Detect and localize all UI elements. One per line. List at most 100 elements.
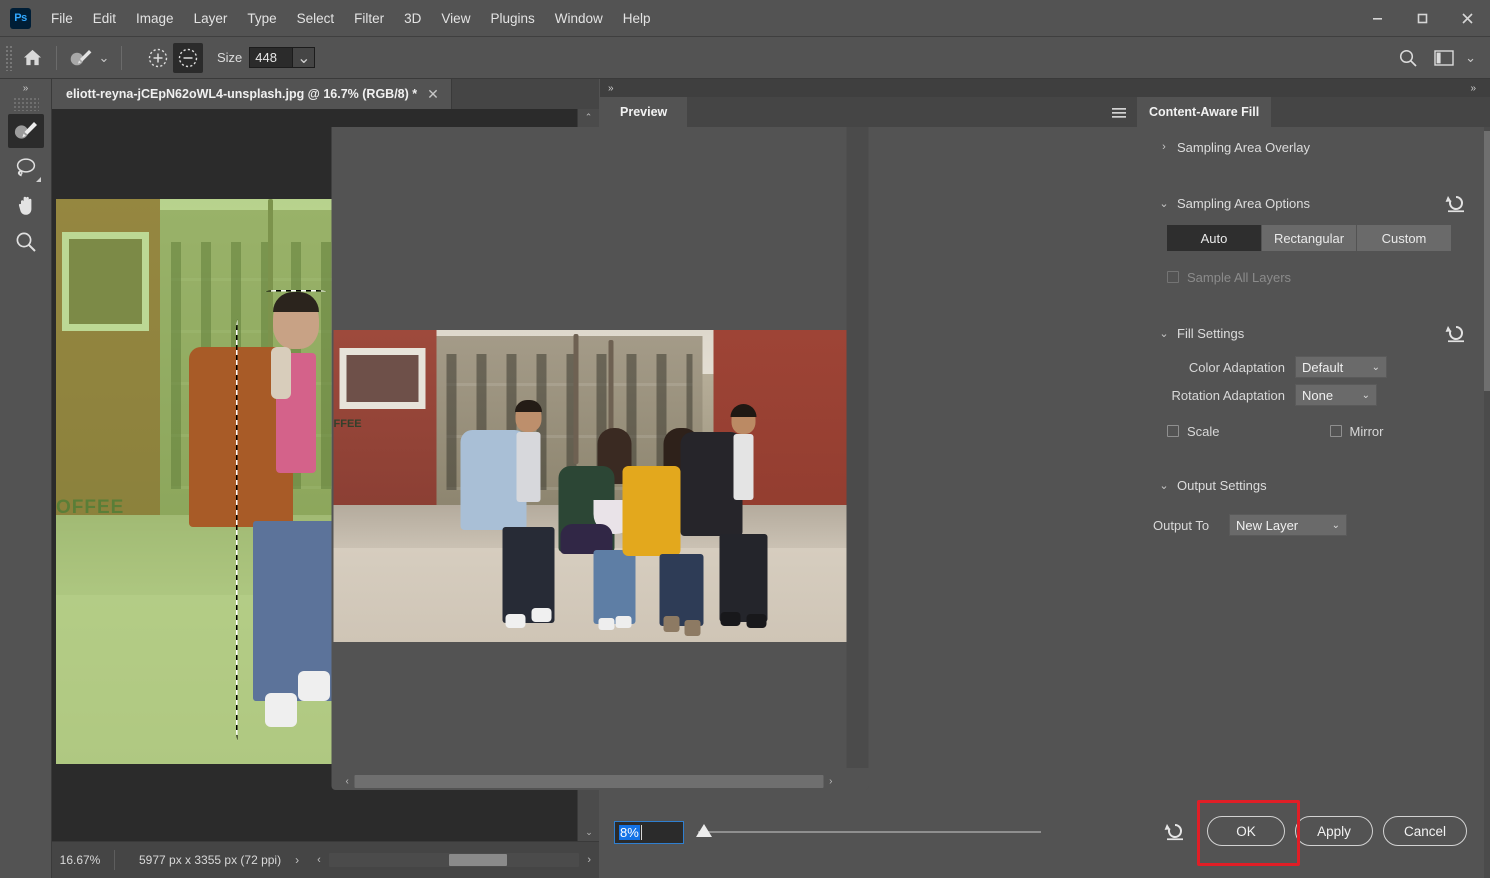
sampling-mode-custom[interactable]: Custom xyxy=(1357,225,1451,251)
rotation-adaptation-value: None xyxy=(1302,387,1334,403)
scroll-down-arrow[interactable]: ⌄ xyxy=(578,824,600,841)
tab-preview[interactable]: Preview xyxy=(600,97,688,127)
caf-scroll-thumb[interactable] xyxy=(1484,131,1490,391)
hand-tool[interactable] xyxy=(8,188,44,222)
rotation-adaptation-label: Rotation Adaptation xyxy=(1171,387,1285,403)
mirror-checkbox-group[interactable]: Mirror xyxy=(1329,423,1384,439)
menu-plugins[interactable]: Plugins xyxy=(480,7,544,30)
maximize-icon xyxy=(1417,13,1428,24)
preview-panel-menu-button[interactable] xyxy=(1111,106,1127,120)
hscroll-right-arrow[interactable]: › xyxy=(583,854,599,866)
options-separator-2 xyxy=(121,45,122,70)
output-settings-title: Output Settings xyxy=(1177,477,1267,493)
status-zoom-level[interactable]: 16.67% xyxy=(52,853,108,867)
menu-layer[interactable]: Layer xyxy=(184,7,238,30)
preview-scroll-left-arrow[interactable]: ‹ xyxy=(340,776,355,787)
document-tab[interactable]: eliott-reyna-jCEpN62oWL4-unsplash.jpg @ … xyxy=(52,79,452,109)
preview-horizontal-scrollbar[interactable]: ‹ › xyxy=(340,772,839,790)
canvas-hscroll-thumb[interactable] xyxy=(448,854,507,866)
brush-size-dropdown[interactable]: ⌄ xyxy=(293,47,316,68)
options-bar-grip[interactable] xyxy=(5,44,13,71)
menu-type[interactable]: Type xyxy=(237,7,286,30)
preview-panel: » Preview FFEE ‹ › 8% xyxy=(331,79,1137,878)
status-expand-arrow[interactable]: › xyxy=(281,853,313,867)
chevron-down-icon[interactable]: ⌄ xyxy=(1153,327,1175,340)
menu-window[interactable]: Window xyxy=(545,7,613,30)
workspace-switcher-button[interactable] xyxy=(1429,43,1459,73)
lasso-tool[interactable] xyxy=(8,151,44,185)
mirror-label: Mirror xyxy=(1349,423,1384,439)
caf-collapse-button[interactable]: » xyxy=(1137,79,1490,97)
hscroll-left-arrow[interactable]: ‹ xyxy=(313,854,325,866)
section-fill-settings[interactable]: ⌄ Fill Settings xyxy=(1153,313,1468,353)
workspace-caret-icon[interactable]: ⌄ xyxy=(1465,50,1482,66)
menu-image[interactable]: Image xyxy=(126,7,184,30)
tools-grip[interactable] xyxy=(12,97,39,111)
document-tab-close-icon[interactable]: ✕ xyxy=(427,86,439,103)
sampling-mode-rectangular[interactable]: Rectangular xyxy=(1262,225,1357,251)
menu-help[interactable]: Help xyxy=(613,7,661,30)
preview-zoom-slider[interactable] xyxy=(696,822,1041,842)
sampling-mode-auto[interactable]: Auto xyxy=(1167,225,1262,251)
preview-body: FFEE ‹ › xyxy=(331,127,869,790)
chevron-right-icon[interactable]: › xyxy=(1153,141,1175,153)
preview-hscroll-thumb[interactable] xyxy=(354,774,824,788)
close-button[interactable] xyxy=(1445,0,1490,37)
apply-button[interactable]: Apply xyxy=(1295,816,1373,846)
preview-collapse-button[interactable]: » xyxy=(600,79,1137,97)
tools-collapse-button[interactable]: » xyxy=(0,79,51,97)
chevron-down-icon[interactable]: ⌄ xyxy=(1153,197,1175,210)
mirror-checkbox[interactable] xyxy=(1329,425,1342,437)
canvas-horizontal-scrollbar[interactable] xyxy=(328,853,580,867)
scale-checkbox-group[interactable]: Scale xyxy=(1167,424,1220,439)
rotation-adaptation-select[interactable]: None ⌄ xyxy=(1295,384,1377,406)
menu-select[interactable]: Select xyxy=(287,7,345,30)
menu-filter[interactable]: Filter xyxy=(344,7,394,30)
chevron-down-icon[interactable]: ⌄ xyxy=(1153,479,1175,492)
preview-vertical-scrollbar[interactable] xyxy=(846,127,869,768)
color-adaptation-select[interactable]: Default ⌄ xyxy=(1295,356,1387,378)
section-sampling-area-options[interactable]: ⌄ Sampling Area Options xyxy=(1153,183,1468,223)
home-button[interactable] xyxy=(17,43,47,73)
sample-all-layers-row: Sample All Layers xyxy=(1167,261,1468,293)
preview-result-image: FFEE xyxy=(333,330,847,642)
output-to-row: Output To New Layer ⌄ xyxy=(1153,511,1468,539)
ok-button[interactable]: OK xyxy=(1207,816,1285,846)
preview-scroll-right-arrow[interactable]: › xyxy=(823,776,838,787)
tab-content-aware-fill[interactable]: Content-Aware Fill xyxy=(1137,97,1272,127)
scale-checkbox[interactable] xyxy=(1167,425,1179,437)
add-to-sampling-area-button[interactable] xyxy=(143,43,173,73)
preview-canvas-area[interactable]: FFEE xyxy=(331,127,847,768)
menu-file[interactable]: File xyxy=(41,7,83,30)
section-output-settings[interactable]: ⌄ Output Settings xyxy=(1153,465,1468,505)
reset-fill-settings-button[interactable] xyxy=(1444,322,1468,344)
subtract-from-sampling-area-icon xyxy=(178,48,198,67)
subtract-from-sampling-area-button[interactable] xyxy=(173,42,203,73)
menu-view[interactable]: View xyxy=(431,7,480,30)
reset-sampling-area-options-button[interactable] xyxy=(1444,192,1468,214)
color-adaptation-value: Default xyxy=(1302,359,1344,375)
sample-all-layers-checkbox xyxy=(1167,271,1179,283)
minimize-button[interactable] xyxy=(1355,0,1400,37)
scroll-up-arrow[interactable]: ⌃ xyxy=(578,109,599,126)
brush-preset-button[interactable] xyxy=(66,43,96,73)
preview-zoom-slider-thumb[interactable] xyxy=(696,824,712,837)
menu-edit[interactable]: Edit xyxy=(83,7,126,30)
preview-zoom-input[interactable]: 8% xyxy=(614,820,684,844)
output-to-select[interactable]: New Layer ⌄ xyxy=(1229,514,1347,536)
brush-preset-dropdown[interactable]: ⌄ xyxy=(96,43,112,73)
preview-tab-bar: Preview xyxy=(600,97,1137,127)
photoshop-logo: Ps xyxy=(10,7,31,29)
zoom-tool[interactable] xyxy=(8,225,44,259)
preview-zoom-value: 8% xyxy=(619,824,640,840)
brush-size-input[interactable]: 448 xyxy=(249,47,294,68)
caf-scrollbar[interactable] xyxy=(1484,127,1490,878)
workspace-switcher-icon xyxy=(1434,49,1454,66)
menu-3d[interactable]: 3D xyxy=(394,7,431,30)
maximize-button[interactable] xyxy=(1400,0,1445,37)
sampling-brush-tool[interactable] xyxy=(7,114,44,148)
search-button[interactable] xyxy=(1393,43,1423,73)
cancel-button[interactable]: Cancel xyxy=(1383,816,1468,846)
reset-all-button[interactable] xyxy=(1163,820,1187,842)
section-sampling-area-overlay[interactable]: › Sampling Area Overlay xyxy=(1153,127,1468,167)
